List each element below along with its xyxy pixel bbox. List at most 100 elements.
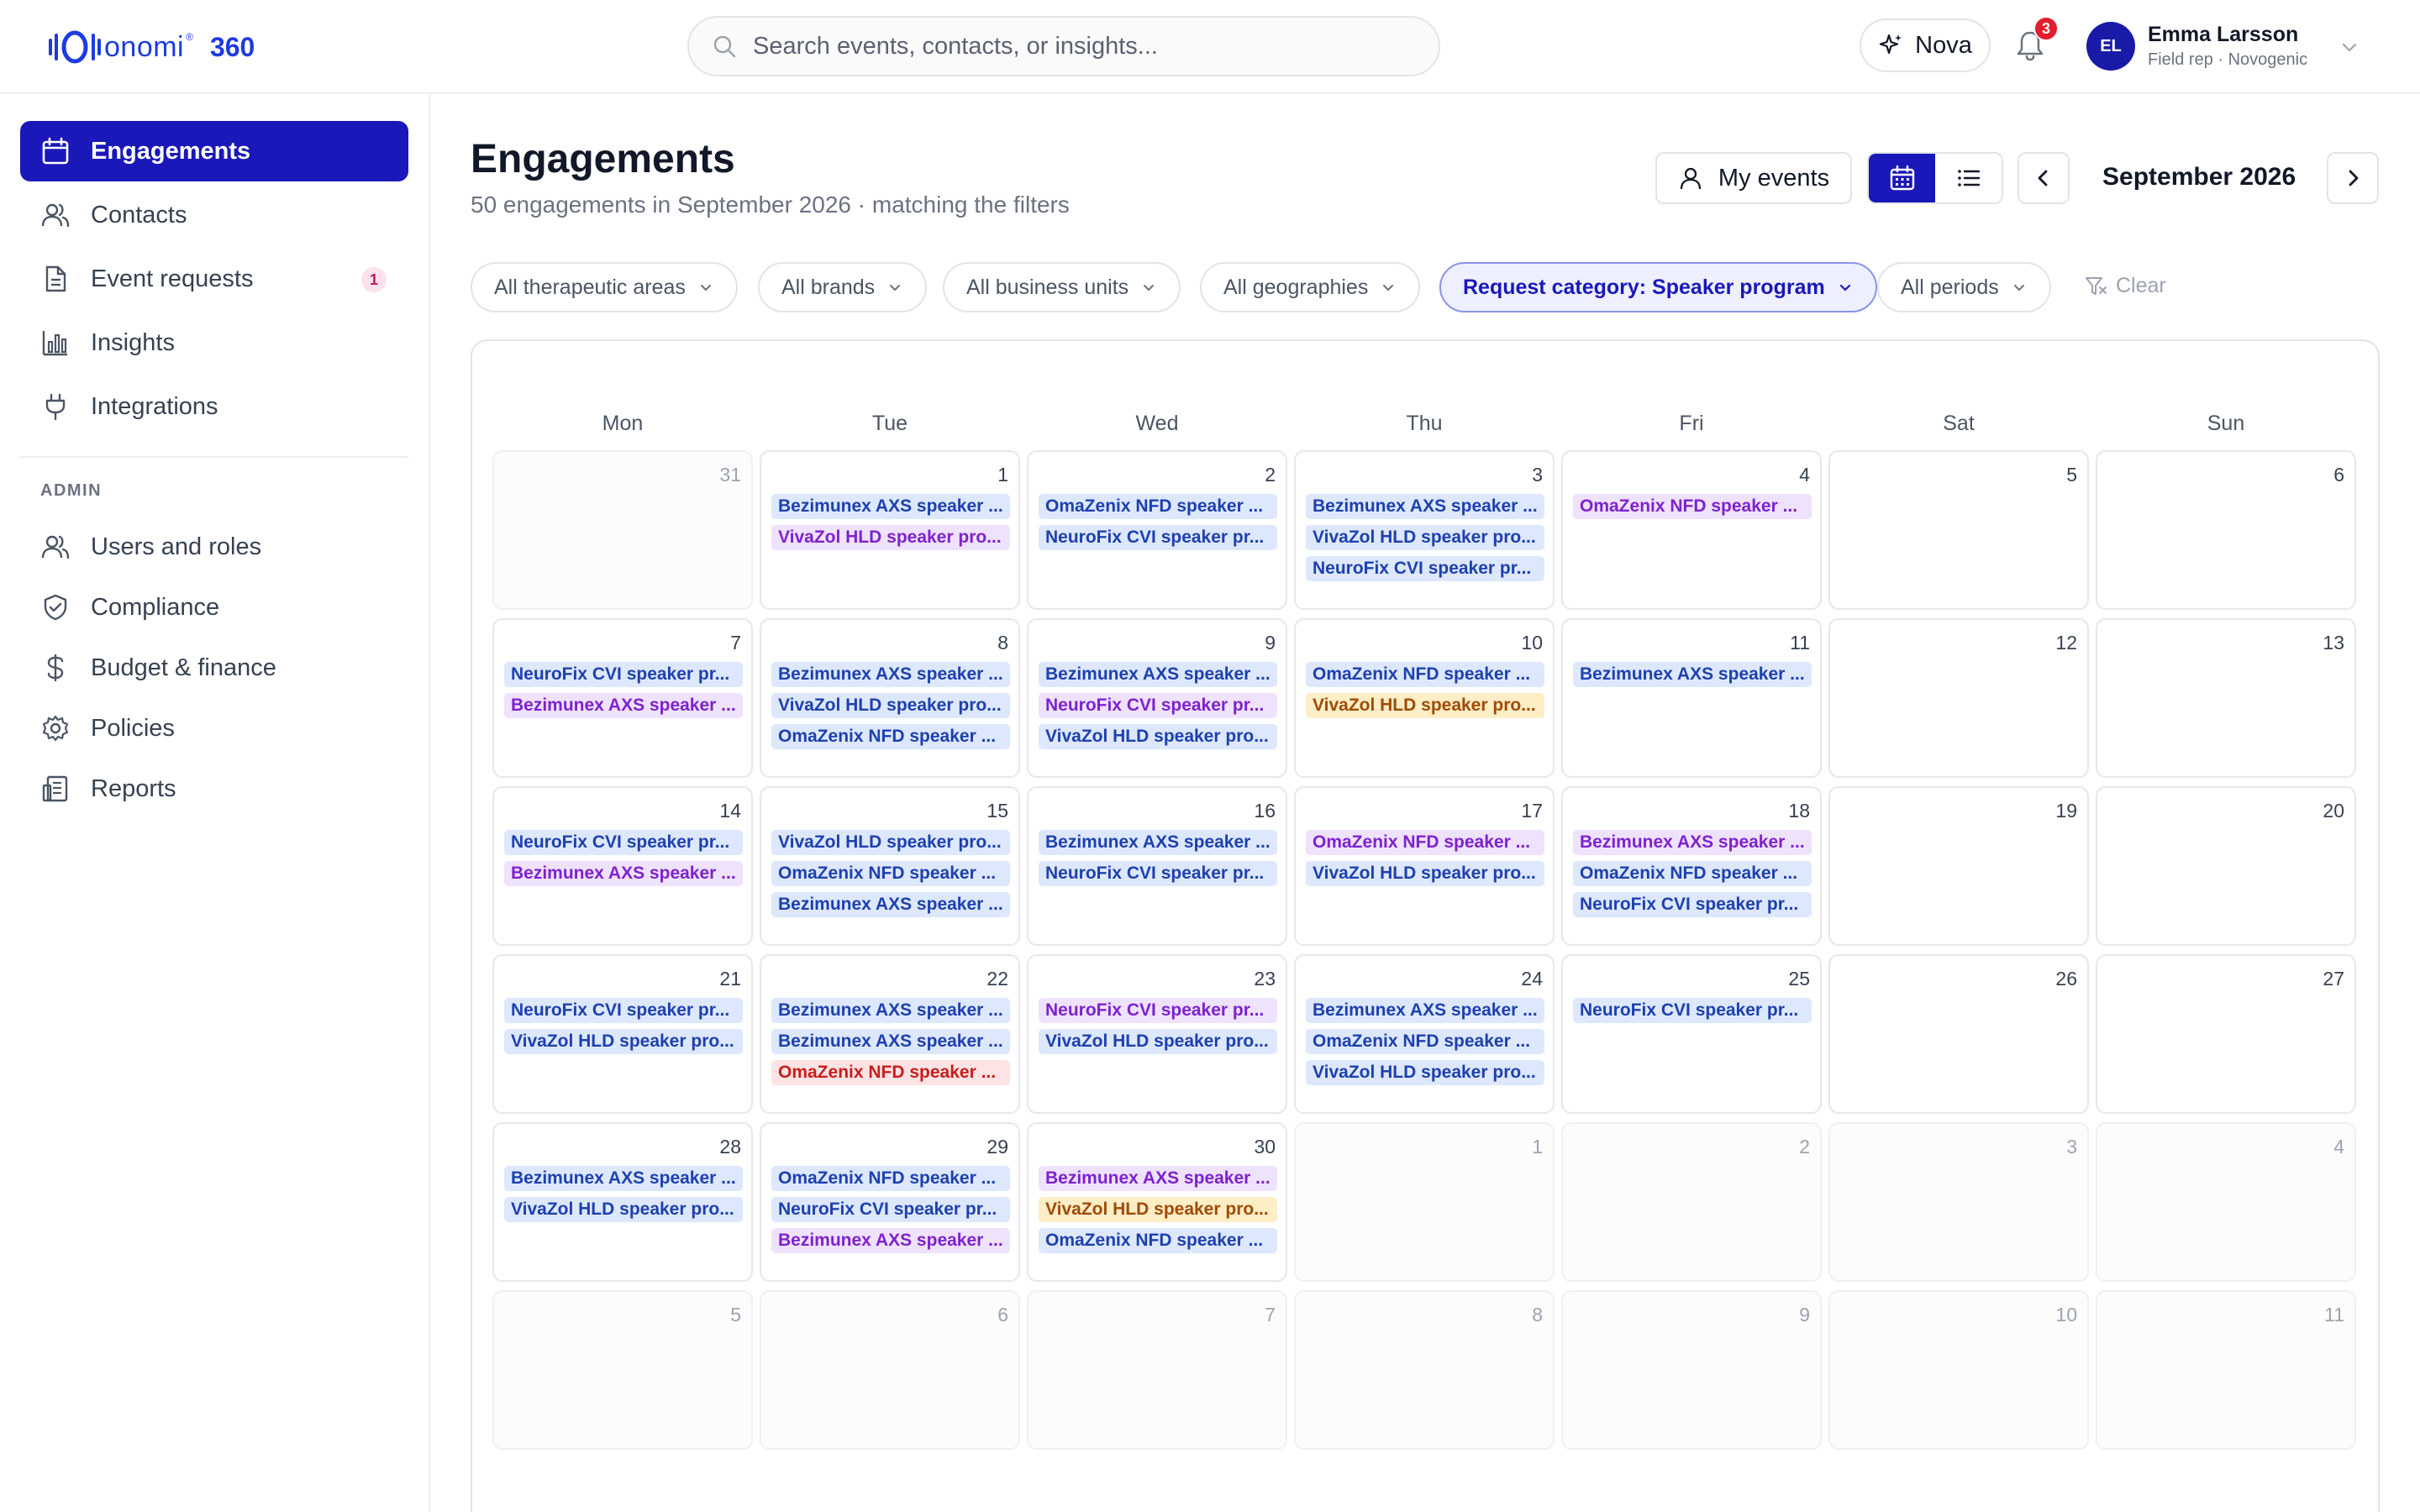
event-chip[interactable]: Bezimunex AXS speaker ... [1573,830,1812,855]
sidebar-item-reports[interactable]: Reports [20,759,408,819]
calendar-day-cell[interactable]: 6 [760,1290,1020,1450]
calendar-day-cell[interactable]: 13 [2096,618,2356,778]
calendar-day-cell[interactable]: 9 Bezimunex AXS speaker ... NeuroFix CVI s… [1027,618,1287,778]
event-chip[interactable]: NeuroFix CVI speaker pr... [1573,998,1812,1023]
calendar-day-cell[interactable]: 18 Bezimunex AXS speaker ... OmaZenix NFD … [1561,786,1822,946]
calendar-day-cell[interactable]: 20 [2096,786,2356,946]
calendar-day-cell[interactable]: 14 NeuroFix CVI speaker pr... Bezimunex AX… [492,786,753,946]
event-chip[interactable]: Bezimunex AXS speaker ... [504,861,743,886]
calendar-day-cell[interactable]: 28 Bezimunex AXS speaker ... VivaZol HLD s… [492,1122,753,1282]
calendar-day-cell[interactable]: 1 Bezimunex AXS speaker ... VivaZol HLD sp… [760,450,1020,610]
calendar-day-cell[interactable]: 17 OmaZenix NFD speaker ... VivaZol HLD sp… [1294,786,1555,946]
event-chip[interactable]: NeuroFix CVI speaker pr... [1039,861,1277,886]
calendar-day-cell[interactable]: 3 [1828,1122,2089,1282]
nova-assistant-button[interactable]: Nova [1860,18,1991,72]
sidebar-item-users-and-roles[interactable]: Users and roles [20,517,408,577]
avatar[interactable]: EL [2086,22,2135,71]
event-chip[interactable]: VivaZol HLD speaker pro... [504,1029,743,1054]
filter-business-units[interactable]: All business units [943,262,1181,312]
calendar-day-cell[interactable]: 9 [1561,1290,1822,1450]
event-chip[interactable]: VivaZol HLD speaker pro... [1306,693,1544,718]
chevron-down-icon[interactable] [2339,37,2360,57]
event-chip[interactable]: Bezimunex AXS speaker ... [504,693,743,718]
sidebar-item-contacts[interactable]: Contacts [20,185,408,245]
event-chip[interactable]: OmaZenix NFD speaker ... [771,1166,1010,1191]
brand-logo[interactable]: onomi ® 360 [49,25,255,69]
calendar-day-cell[interactable]: 4 [2096,1122,2356,1282]
next-month-button[interactable] [2327,152,2379,204]
event-chip[interactable]: OmaZenix NFD speaker ... [1306,1029,1544,1054]
calendar-day-cell[interactable]: 1 [1294,1122,1555,1282]
event-chip[interactable]: OmaZenix NFD speaker ... [1573,861,1812,886]
calendar-view-button[interactable] [1869,154,1935,202]
event-chip[interactable]: OmaZenix NFD speaker ... [771,861,1010,886]
event-chip[interactable]: OmaZenix NFD speaker ... [1039,1228,1277,1253]
search-input[interactable] [753,32,1408,60]
event-chip[interactable]: Bezimunex AXS speaker ... [771,892,1010,917]
event-chip[interactable]: Bezimunex AXS speaker ... [1039,662,1277,687]
my-events-button[interactable]: My events [1655,152,1852,204]
event-chip[interactable]: NeuroFix CVI speaker pr... [1306,556,1544,581]
calendar-day-cell[interactable]: 10 [1828,1290,2089,1450]
event-chip[interactable]: OmaZenix NFD speaker ... [771,724,1010,749]
filter-periods[interactable]: All periods [1877,262,2051,312]
event-chip[interactable]: Bezimunex AXS speaker ... [1039,830,1277,855]
event-chip[interactable]: NeuroFix CVI speaker pr... [1039,693,1277,718]
calendar-day-cell[interactable]: 29 OmaZenix NFD speaker ... NeuroFix CVI s… [760,1122,1020,1282]
event-chip[interactable]: NeuroFix CVI speaker pr... [1039,998,1277,1023]
event-chip[interactable]: NeuroFix CVI speaker pr... [771,1197,1010,1222]
calendar-day-cell[interactable]: 11 Bezimunex AXS speaker ... [1561,618,1822,778]
calendar-day-cell[interactable]: 5 [1828,450,2089,610]
event-chip[interactable]: VivaZol HLD speaker pro... [1039,724,1277,749]
sidebar-item-compliance[interactable]: Compliance [20,577,408,638]
user-name[interactable]: Emma Larsson [2148,23,2298,47]
event-chip[interactable]: NeuroFix CVI speaker pr... [504,998,743,1023]
calendar-day-cell[interactable]: 19 [1828,786,2089,946]
sidebar-item-event-requests[interactable]: Event requests 1 [20,249,408,309]
filter-geographies[interactable]: All geographies [1200,262,1421,312]
filter-brands[interactable]: All brands [758,262,928,312]
calendar-day-cell[interactable]: 8 [1294,1290,1555,1450]
calendar-day-cell[interactable]: 4 OmaZenix NFD speaker ... [1561,450,1822,610]
calendar-day-cell[interactable]: 7 NeuroFix CVI speaker pr... Bezimunex AXS… [492,618,753,778]
event-chip[interactable]: Bezimunex AXS speaker ... [771,494,1010,519]
event-chip[interactable]: VivaZol HLD speaker pro... [1306,861,1544,886]
calendar-day-cell[interactable]: 16 Bezimunex AXS speaker ... NeuroFix CVI … [1027,786,1287,946]
event-chip[interactable]: VivaZol HLD speaker pro... [771,693,1010,718]
event-chip[interactable]: VivaZol HLD speaker pro... [1306,1060,1544,1085]
calendar-day-cell[interactable]: 24 Bezimunex AXS speaker ... OmaZenix NFD … [1294,954,1555,1114]
calendar-day-cell[interactable]: 2 [1561,1122,1822,1282]
sidebar-item-policies[interactable]: Policies [20,698,408,759]
event-chip[interactable]: Bezimunex AXS speaker ... [504,1166,743,1191]
event-chip[interactable]: Bezimunex AXS speaker ... [771,1029,1010,1054]
event-chip[interactable]: VivaZol HLD speaker pro... [771,830,1010,855]
calendar-day-cell[interactable]: 6 [2096,450,2356,610]
calendar-day-cell[interactable]: 15 VivaZol HLD speaker pro... OmaZenix NFD… [760,786,1020,946]
event-chip[interactable]: OmaZenix NFD speaker ... [1573,494,1812,519]
event-chip[interactable]: Bezimunex AXS speaker ... [1039,1166,1277,1191]
event-chip[interactable]: Bezimunex AXS speaker ... [771,1228,1010,1253]
event-chip[interactable]: Bezimunex AXS speaker ... [1573,662,1812,687]
sidebar-item-engagements[interactable]: Engagements [20,121,408,181]
event-chip[interactable]: Bezimunex AXS speaker ... [1306,998,1544,1023]
calendar-day-cell[interactable]: 3 Bezimunex AXS speaker ... VivaZol HLD sp… [1294,450,1555,610]
event-chip[interactable]: OmaZenix NFD speaker ... [1306,662,1544,687]
clear-filters-button[interactable]: Clear [2084,274,2166,298]
filter-request-category[interactable]: Request category: Speaker program [1439,262,1877,312]
event-chip[interactable]: Bezimunex AXS speaker ... [1306,494,1544,519]
event-chip[interactable]: VivaZol HLD speaker pro... [1039,1197,1277,1222]
list-view-button[interactable] [1935,154,2002,202]
calendar-day-cell[interactable]: 2 OmaZenix NFD speaker ... NeuroFix CVI sp… [1027,450,1287,610]
calendar-day-cell[interactable]: 10 OmaZenix NFD speaker ... VivaZol HLD sp… [1294,618,1555,778]
event-chip[interactable]: VivaZol HLD speaker pro... [771,525,1010,550]
event-chip[interactable]: NeuroFix CVI speaker pr... [1573,892,1812,917]
calendar-day-cell[interactable]: 11 [2096,1290,2356,1450]
calendar-day-cell[interactable]: 23 NeuroFix CVI speaker pr... VivaZol HLD … [1027,954,1287,1114]
calendar-day-cell[interactable]: 8 Bezimunex AXS speaker ... VivaZol HLD sp… [760,618,1020,778]
event-chip[interactable]: Bezimunex AXS speaker ... [771,998,1010,1023]
event-chip[interactable]: NeuroFix CVI speaker pr... [504,662,743,687]
calendar-day-cell[interactable]: 7 [1027,1290,1287,1450]
calendar-day-cell[interactable]: 22 Bezimunex AXS speaker ... Bezimunex AXS… [760,954,1020,1114]
event-chip[interactable]: OmaZenix NFD speaker ... [771,1060,1010,1085]
calendar-day-cell[interactable]: 5 [492,1290,753,1450]
